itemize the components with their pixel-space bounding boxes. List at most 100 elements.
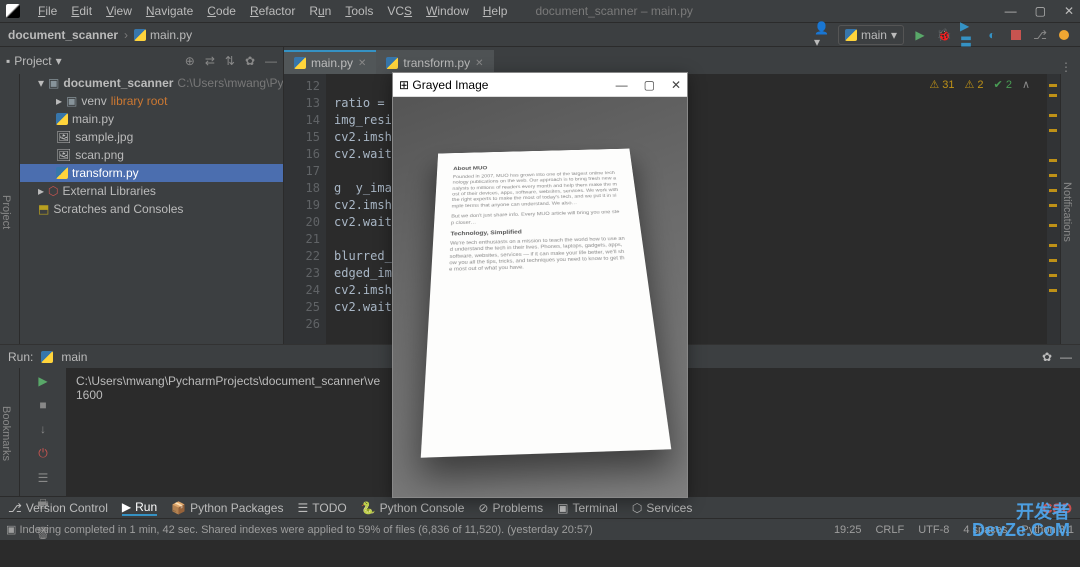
profile-button[interactable]: ◐ bbox=[984, 27, 1000, 43]
inspection-badges[interactable]: ⚠ 31 ⚠ 2 ✔ 2 ∧ bbox=[929, 78, 1030, 91]
editor-right-gutter[interactable] bbox=[1046, 74, 1060, 344]
project-view-selector[interactable]: ▪ Project ▾ bbox=[6, 54, 62, 68]
tab-services[interactable]: ⬡ Services bbox=[632, 501, 693, 515]
menu-view[interactable]: View bbox=[100, 2, 138, 20]
status-bar: ▣ Indexing completed in 1 min, 42 sec. S… bbox=[0, 518, 1080, 540]
python-icon bbox=[294, 57, 306, 69]
opencv-title: Grayed Image bbox=[412, 78, 488, 92]
collapse-all-icon[interactable]: ⇅ bbox=[225, 54, 235, 68]
titlebar: File Edit View Navigate Code Refactor Ru… bbox=[0, 0, 1080, 22]
editor-tab-main[interactable]: main.py✕ bbox=[284, 50, 376, 74]
tab-run[interactable]: ▶ Run bbox=[122, 500, 157, 516]
menu-refactor[interactable]: Refactor bbox=[244, 2, 301, 20]
opencv-minimize[interactable]: — bbox=[616, 78, 628, 92]
tab-python-packages[interactable]: 📦 Python Packages bbox=[171, 501, 283, 515]
breadcrumb: document_scanner › main.py bbox=[8, 28, 192, 42]
document-paper: About MUO Founded in 2007, MUO has grown… bbox=[421, 149, 672, 458]
run-settings-icon[interactable]: ✿ bbox=[1042, 350, 1052, 364]
maximize-button[interactable]: ▢ bbox=[1035, 4, 1046, 18]
expand-all-icon[interactable]: ⇄ bbox=[205, 54, 215, 68]
opencv-image-view: About MUO Founded in 2007, MUO has grown… bbox=[393, 97, 687, 497]
run-label: Run: bbox=[8, 350, 33, 364]
rerun-button[interactable]: ▶ bbox=[38, 374, 47, 388]
hide-tool-icon[interactable]: — bbox=[265, 54, 277, 68]
breadcrumb-file[interactable]: main.py bbox=[134, 28, 192, 42]
tab-python-console[interactable]: 🐍 Python Console bbox=[361, 501, 465, 515]
python-icon bbox=[845, 29, 857, 41]
run-config-selector[interactable]: main ▾ bbox=[838, 25, 904, 45]
inspection-menu-icon[interactable]: ∧ bbox=[1022, 78, 1030, 91]
run-hide-icon[interactable]: — bbox=[1060, 350, 1072, 364]
status-tool-icon[interactable]: ▣ bbox=[6, 523, 16, 536]
toggle-button[interactable]: ☰ bbox=[38, 471, 49, 485]
warnings-badge[interactable]: ⚠ 31 bbox=[929, 78, 954, 91]
stop-button[interactable] bbox=[1008, 27, 1024, 43]
editor-tabs: main.py✕ transform.py✕ ⋮ bbox=[284, 47, 1080, 74]
run-coverage-button[interactable]: ▶〓 bbox=[960, 27, 976, 43]
weak-warnings-badge[interactable]: ⚠ 2 bbox=[964, 78, 983, 91]
menu-navigate[interactable]: Navigate bbox=[140, 2, 199, 20]
left-tool-strip-lower: Bookmarks Structure bbox=[0, 368, 20, 496]
user-icon[interactable]: 👤▾ bbox=[814, 27, 830, 43]
opencv-window[interactable]: ⊞ Grayed Image — ▢ ✕ About MUO Founded i… bbox=[392, 72, 688, 498]
run-button[interactable]: ▶ bbox=[912, 27, 928, 43]
devze-watermark: 开发者 DevZe.CoM bbox=[972, 503, 1070, 539]
breadcrumb-project[interactable]: document_scanner bbox=[8, 28, 118, 42]
opencv-app-icon: ⊞ bbox=[399, 78, 409, 92]
scroll-to-source-icon[interactable]: ⊕ bbox=[185, 54, 195, 68]
tab-options-icon[interactable]: ⋮ bbox=[1060, 60, 1072, 74]
tree-external-libs[interactable]: ▸ ⬡ External Libraries bbox=[20, 182, 283, 200]
close-tab-icon[interactable]: ✕ bbox=[475, 58, 483, 69]
left-tool-strip: Project bbox=[0, 74, 20, 344]
menu-file[interactable]: File bbox=[32, 2, 63, 20]
project-tool-tab[interactable]: Project bbox=[0, 195, 12, 229]
menu-tools[interactable]: Tools bbox=[339, 2, 379, 20]
exit-button[interactable]: ⏻ bbox=[38, 446, 48, 461]
tab-terminal[interactable]: ▣ Terminal bbox=[557, 501, 618, 515]
debug-button[interactable]: 🐞 bbox=[936, 27, 952, 43]
project-tree: ▾ ▣ document_scanner C:\Users\mwang\Pych… bbox=[20, 74, 284, 344]
right-tool-strip: Notifications bbox=[1060, 74, 1080, 344]
tree-root[interactable]: ▾ ▣ document_scanner C:\Users\mwang\Pych… bbox=[20, 74, 283, 92]
opencv-close[interactable]: ✕ bbox=[671, 78, 681, 92]
menu-help[interactable]: Help bbox=[477, 2, 514, 20]
run-config-name: main bbox=[61, 350, 87, 364]
run-toolbar: ▶ ■ ↓ ⏻ ☰ 🖶 🗑 bbox=[20, 368, 66, 496]
opencv-maximize[interactable]: ▢ bbox=[644, 78, 655, 92]
vcs-icon[interactable]: ⎇ bbox=[1032, 27, 1048, 43]
tree-file-scan[interactable]: 🖼 scan.png bbox=[20, 146, 283, 164]
menu-window[interactable]: Window bbox=[420, 2, 475, 20]
down-button[interactable]: ↓ bbox=[40, 422, 46, 436]
tree-file-main[interactable]: main.py bbox=[20, 110, 283, 128]
bottom-tool-tabs: ⎇ Version Control ▶ Run 📦 Python Package… bbox=[0, 496, 1080, 518]
status-message: Indexing completed in 1 min, 42 sec. Sha… bbox=[19, 524, 592, 536]
settings-icon[interactable]: ✿ bbox=[245, 54, 255, 68]
notifications-tool-tab[interactable]: Notifications bbox=[1061, 182, 1073, 242]
bookmarks-tool-tab[interactable]: Bookmarks bbox=[0, 406, 12, 461]
stop-button[interactable]: ■ bbox=[39, 398, 46, 412]
python-icon bbox=[56, 113, 68, 125]
status-line-sep[interactable]: CRLF bbox=[875, 524, 904, 536]
menu-vcs[interactable]: VCS bbox=[381, 2, 418, 20]
close-tab-icon[interactable]: ✕ bbox=[358, 58, 366, 69]
minimize-button[interactable]: — bbox=[1005, 4, 1017, 18]
search-everywhere-icon[interactable] bbox=[1056, 27, 1072, 43]
editor-tab-transform[interactable]: transform.py✕ bbox=[376, 50, 493, 74]
opencv-titlebar[interactable]: ⊞ Grayed Image — ▢ ✕ bbox=[393, 73, 687, 97]
close-button[interactable]: ✕ bbox=[1064, 4, 1074, 18]
ok-badge[interactable]: ✔ 2 bbox=[994, 78, 1012, 91]
doc-para-1b: But we don't just share info. Every MUO … bbox=[451, 209, 623, 226]
menu-code[interactable]: Code bbox=[201, 2, 242, 20]
tree-scratches[interactable]: ⬒ Scratches and Consoles bbox=[20, 200, 283, 218]
tree-file-transform[interactable]: transform.py bbox=[20, 164, 283, 182]
tab-todo[interactable]: ☰ TODO bbox=[297, 501, 346, 515]
tree-venv[interactable]: ▸ ▣ venv library root bbox=[20, 92, 283, 110]
status-encoding[interactable]: UTF-8 bbox=[918, 524, 949, 536]
tree-file-sample[interactable]: 🖼 sample.jpg bbox=[20, 128, 283, 146]
tab-problems[interactable]: ⊘ Problems bbox=[478, 501, 543, 515]
doc-para-2: We're tech enthusiasts on a mission to t… bbox=[449, 236, 629, 274]
menu-edit[interactable]: Edit bbox=[65, 2, 98, 20]
tab-version-control[interactable]: ⎇ Version Control bbox=[8, 501, 108, 515]
menu-run[interactable]: Run bbox=[303, 2, 337, 20]
python-icon bbox=[41, 351, 53, 363]
